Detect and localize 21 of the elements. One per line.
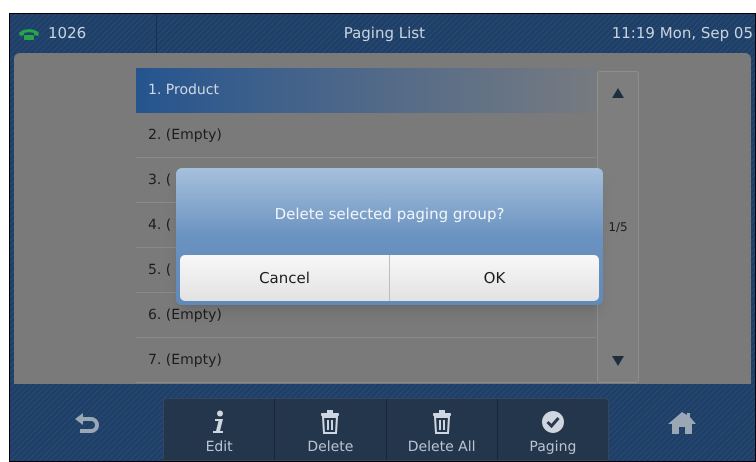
down-arrow-icon[interactable] — [612, 356, 624, 366]
list-item[interactable]: 1. Product — [136, 68, 596, 113]
dialog-button[interactable]: OK — [389, 255, 599, 301]
softkey-button[interactable]: Paging — [496, 399, 608, 460]
screen-title: Paging List — [342, 23, 426, 44]
softkey-button[interactable]: Delete — [274, 399, 386, 460]
check-icon — [540, 410, 565, 434]
softkey-button[interactable]: Edit — [164, 399, 274, 460]
list-item[interactable]: 7. (Empty) — [136, 338, 596, 383]
trash-icon — [432, 410, 452, 434]
phone-icon — [18, 28, 40, 40]
home-icon[interactable] — [667, 410, 697, 434]
back-icon[interactable] — [74, 412, 100, 434]
softkey-button[interactable]: Delete All — [386, 399, 497, 460]
trash-icon — [320, 410, 340, 434]
page-indicator: 1/5 — [608, 219, 628, 236]
up-arrow-icon[interactable] — [612, 88, 624, 98]
dialog-message: Delete selected paging group? — [274, 204, 504, 226]
date-time: 11:19 Mon, Sep 05 — [612, 23, 754, 44]
list-item[interactable]: 2. (Empty) — [136, 113, 596, 158]
line-number: 1026 — [48, 23, 86, 44]
